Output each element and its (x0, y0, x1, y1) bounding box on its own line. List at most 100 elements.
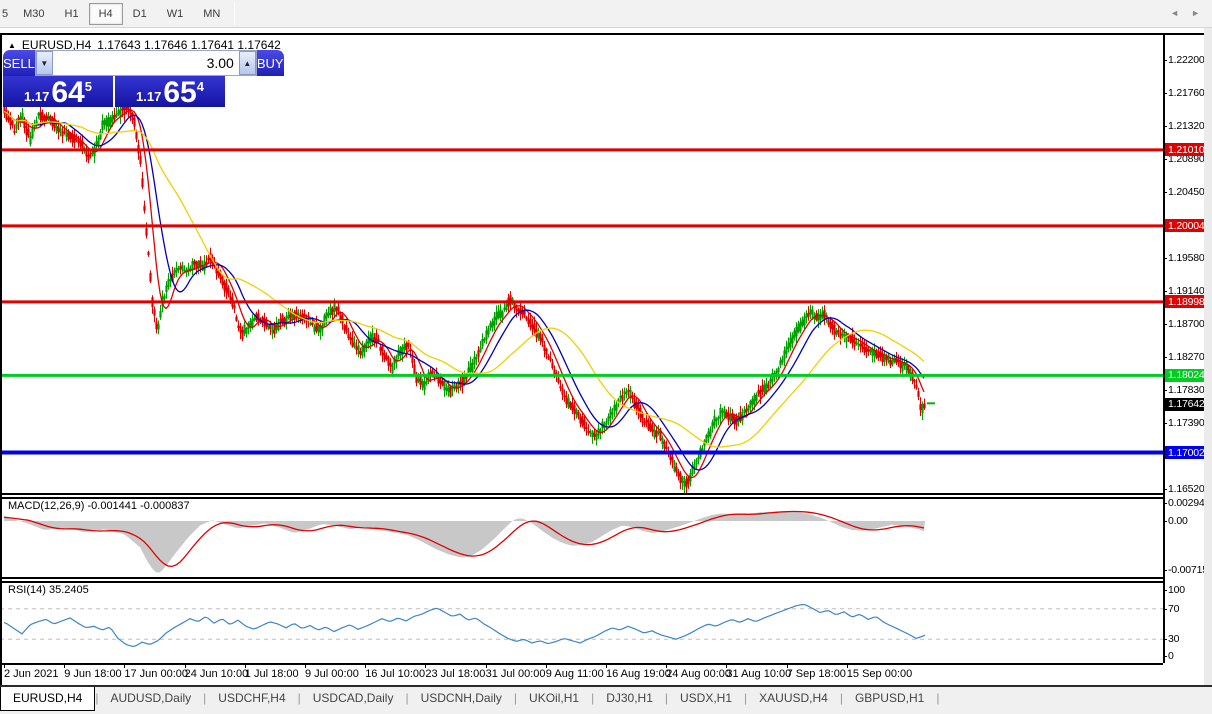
chart-tab-audusd[interactable]: AUDUSD,Daily (98, 688, 203, 710)
rsi-scale-label: 0 (1168, 650, 1174, 662)
chart-tab-bar: EURUSD,H4|AUDUSD,Daily|USDCHF,H4|USDCAD,… (0, 685, 1212, 714)
buy-button[interactable]: BUY (257, 50, 284, 76)
volume-decrement-button[interactable]: ▼ (36, 51, 53, 75)
axis-tick-mark (1163, 357, 1167, 358)
window-border (0, 33, 2, 685)
chart-window: ▲ EURUSD,H4 1.17643 1.17646 1.17641 1.17… (0, 33, 1204, 685)
axis-tick-mark (1163, 570, 1167, 571)
chart-tab-usdchf[interactable]: USDCHF,H4 (206, 688, 297, 710)
timeframe-button-h4[interactable]: H4 (89, 3, 123, 25)
date-tick-label: 16 Aug 19:00 (606, 668, 671, 680)
date-axis[interactable]: 2 Jun 2021 9 Jun 18:0017 Jun 00:0024 Jun … (2, 665, 1163, 685)
axis-tick-mark (1163, 521, 1167, 522)
price-tick-label: 1.21760 (1168, 87, 1205, 99)
sell-button[interactable]: SELL (3, 50, 35, 76)
date-tick-label: 1 Jul 18:00 (245, 668, 299, 680)
buy-price-button[interactable]: 1.17 65 4 (115, 76, 225, 107)
rsi-scale-label: 70 (1168, 603, 1179, 615)
volume-input[interactable] (53, 51, 239, 75)
macd-scale-label: 0.00 (1168, 515, 1188, 527)
axis-tick-mark (1163, 423, 1167, 424)
window-border (0, 33, 1204, 35)
timeframe-button-d1[interactable]: D1 (123, 3, 157, 25)
tab-separator: | (936, 691, 939, 705)
sell-price-base: 1.17 (24, 89, 49, 104)
timeframe-toolbar: 5M30H1H4D1W1MN (0, 0, 1212, 28)
price-tick-label: 1.17390 (1168, 417, 1205, 429)
price-tick-label: 1.18700 (1168, 318, 1205, 330)
level-price-badge: 1.18998 (1165, 295, 1204, 308)
sell-price-point: 5 (85, 79, 92, 94)
price-axis[interactable]: 1.222001.217601.213201.208901.204501.195… (1165, 33, 1204, 685)
chart-tab-usdcad[interactable]: USDCAD,Daily (301, 688, 406, 710)
tab-scroll-arrows: ◄ ► (1170, 8, 1200, 18)
chart-tab-xauusd[interactable]: XAUUSD,H4 (747, 688, 840, 710)
timeframe-button-5[interactable]: 5 (0, 3, 13, 25)
price-tick-label: 1.16520 (1168, 483, 1205, 495)
level-price-badge: 1.17002 (1165, 446, 1204, 459)
tab-scroll-right-icon[interactable]: ► (1191, 8, 1200, 18)
pane-divider[interactable] (0, 581, 1163, 583)
timeframe-button-mn[interactable]: MN (193, 3, 230, 25)
price-tick-label: 1.17830 (1168, 384, 1205, 396)
axis-tick-mark (1163, 324, 1167, 325)
chart-tab-eurusd[interactable]: EURUSD,H4 (0, 687, 95, 711)
axis-tick-mark (1163, 390, 1167, 391)
date-tick-label: 2 Jun 2021 (4, 668, 58, 680)
pane-divider[interactable] (0, 493, 1163, 495)
axis-tick-mark (1163, 258, 1167, 259)
sell-price-button[interactable]: 1.17 64 5 (3, 76, 113, 107)
axis-tick-mark (1163, 590, 1167, 591)
volume-increment-button[interactable]: ▲ (239, 51, 256, 75)
date-tick-label: 9 Jul 00:00 (305, 668, 359, 680)
pane-divider[interactable] (0, 577, 1163, 579)
rsi-title: RSI(14) (8, 584, 46, 596)
axis-tick-mark (1163, 93, 1167, 94)
date-tick-label: 24 Aug 00:00 (666, 668, 731, 680)
axis-tick-mark (1163, 291, 1167, 292)
axis-tick-mark (1163, 489, 1167, 490)
collapse-arrow-icon[interactable]: ▲ (8, 41, 16, 50)
current-price-badge: 1.17642 (1165, 398, 1204, 411)
timeframe-button-m30[interactable]: M30 (13, 3, 54, 25)
date-tick-label: 24 Jun 10:00 (185, 668, 249, 680)
chart-tab-ukoil[interactable]: UKOil,H1 (517, 688, 591, 710)
rsi-canvas[interactable] (0, 581, 1163, 663)
price-tick-label: 1.22200 (1168, 54, 1205, 66)
one-click-trade-panel: SELL ▼ ▲ BUY 1.17 64 5 (3, 50, 225, 107)
macd-values: -0.001441 -0.000837 (87, 500, 189, 512)
date-tick-label: 7 Sep 18:00 (787, 668, 846, 680)
timeframe-button-h1[interactable]: H1 (55, 3, 89, 25)
buy-price-point: 4 (197, 79, 204, 94)
date-tick-label: 9 Aug 11:00 (546, 668, 604, 680)
rsi-scale-label: 100 (1168, 584, 1185, 596)
chart-tab-dj30[interactable]: DJ30,H1 (594, 688, 665, 710)
spin-up-icon: ▲ (243, 59, 251, 68)
date-tick-label: 17 Jun 00:00 (124, 668, 188, 680)
price-tick-label: 1.20450 (1168, 186, 1205, 198)
price-tick-label: 1.21320 (1168, 120, 1205, 132)
macd-title: MACD(12,26,9) (8, 500, 84, 512)
price-tick-label: 1.19580 (1168, 252, 1205, 264)
level-price-badge: 1.18024 (1165, 369, 1204, 382)
spin-down-icon: ▼ (40, 59, 48, 68)
rsi-indicator-label: RSI(14) 35.2405 (8, 584, 89, 596)
date-tick-label: 23 Jul 18:00 (425, 668, 485, 680)
timeframe-button-w1[interactable]: W1 (157, 3, 194, 25)
chart-tab-usdx[interactable]: USDX,H1 (668, 688, 744, 710)
axis-tick-mark (1163, 609, 1167, 610)
chart-tab-gbpusd[interactable]: GBPUSD,H1 (843, 688, 936, 710)
chart-tab-usdcnh[interactable]: USDCNH,Daily (409, 688, 514, 710)
pane-divider[interactable] (0, 497, 1163, 499)
date-tick-label: 31 Aug 10:00 (726, 668, 791, 680)
tab-scroll-left-icon[interactable]: ◄ (1170, 8, 1179, 18)
buy-price-base: 1.17 (136, 89, 161, 104)
date-tick-label: 31 Jul 00:00 (486, 668, 546, 680)
axis-tick-mark (1163, 192, 1167, 193)
volume-box: ▼ ▲ (35, 50, 257, 76)
mt4-window: 5M30H1H4D1W1MN ▲ EURUSD,H4 1.17643 1.176… (0, 0, 1212, 714)
sell-price-pips: 64 (51, 79, 84, 107)
date-tick-label: 9 Jun 18:00 (64, 668, 122, 680)
right-margin-strip (1204, 28, 1212, 714)
price-tick-label: 1.18270 (1168, 351, 1205, 363)
